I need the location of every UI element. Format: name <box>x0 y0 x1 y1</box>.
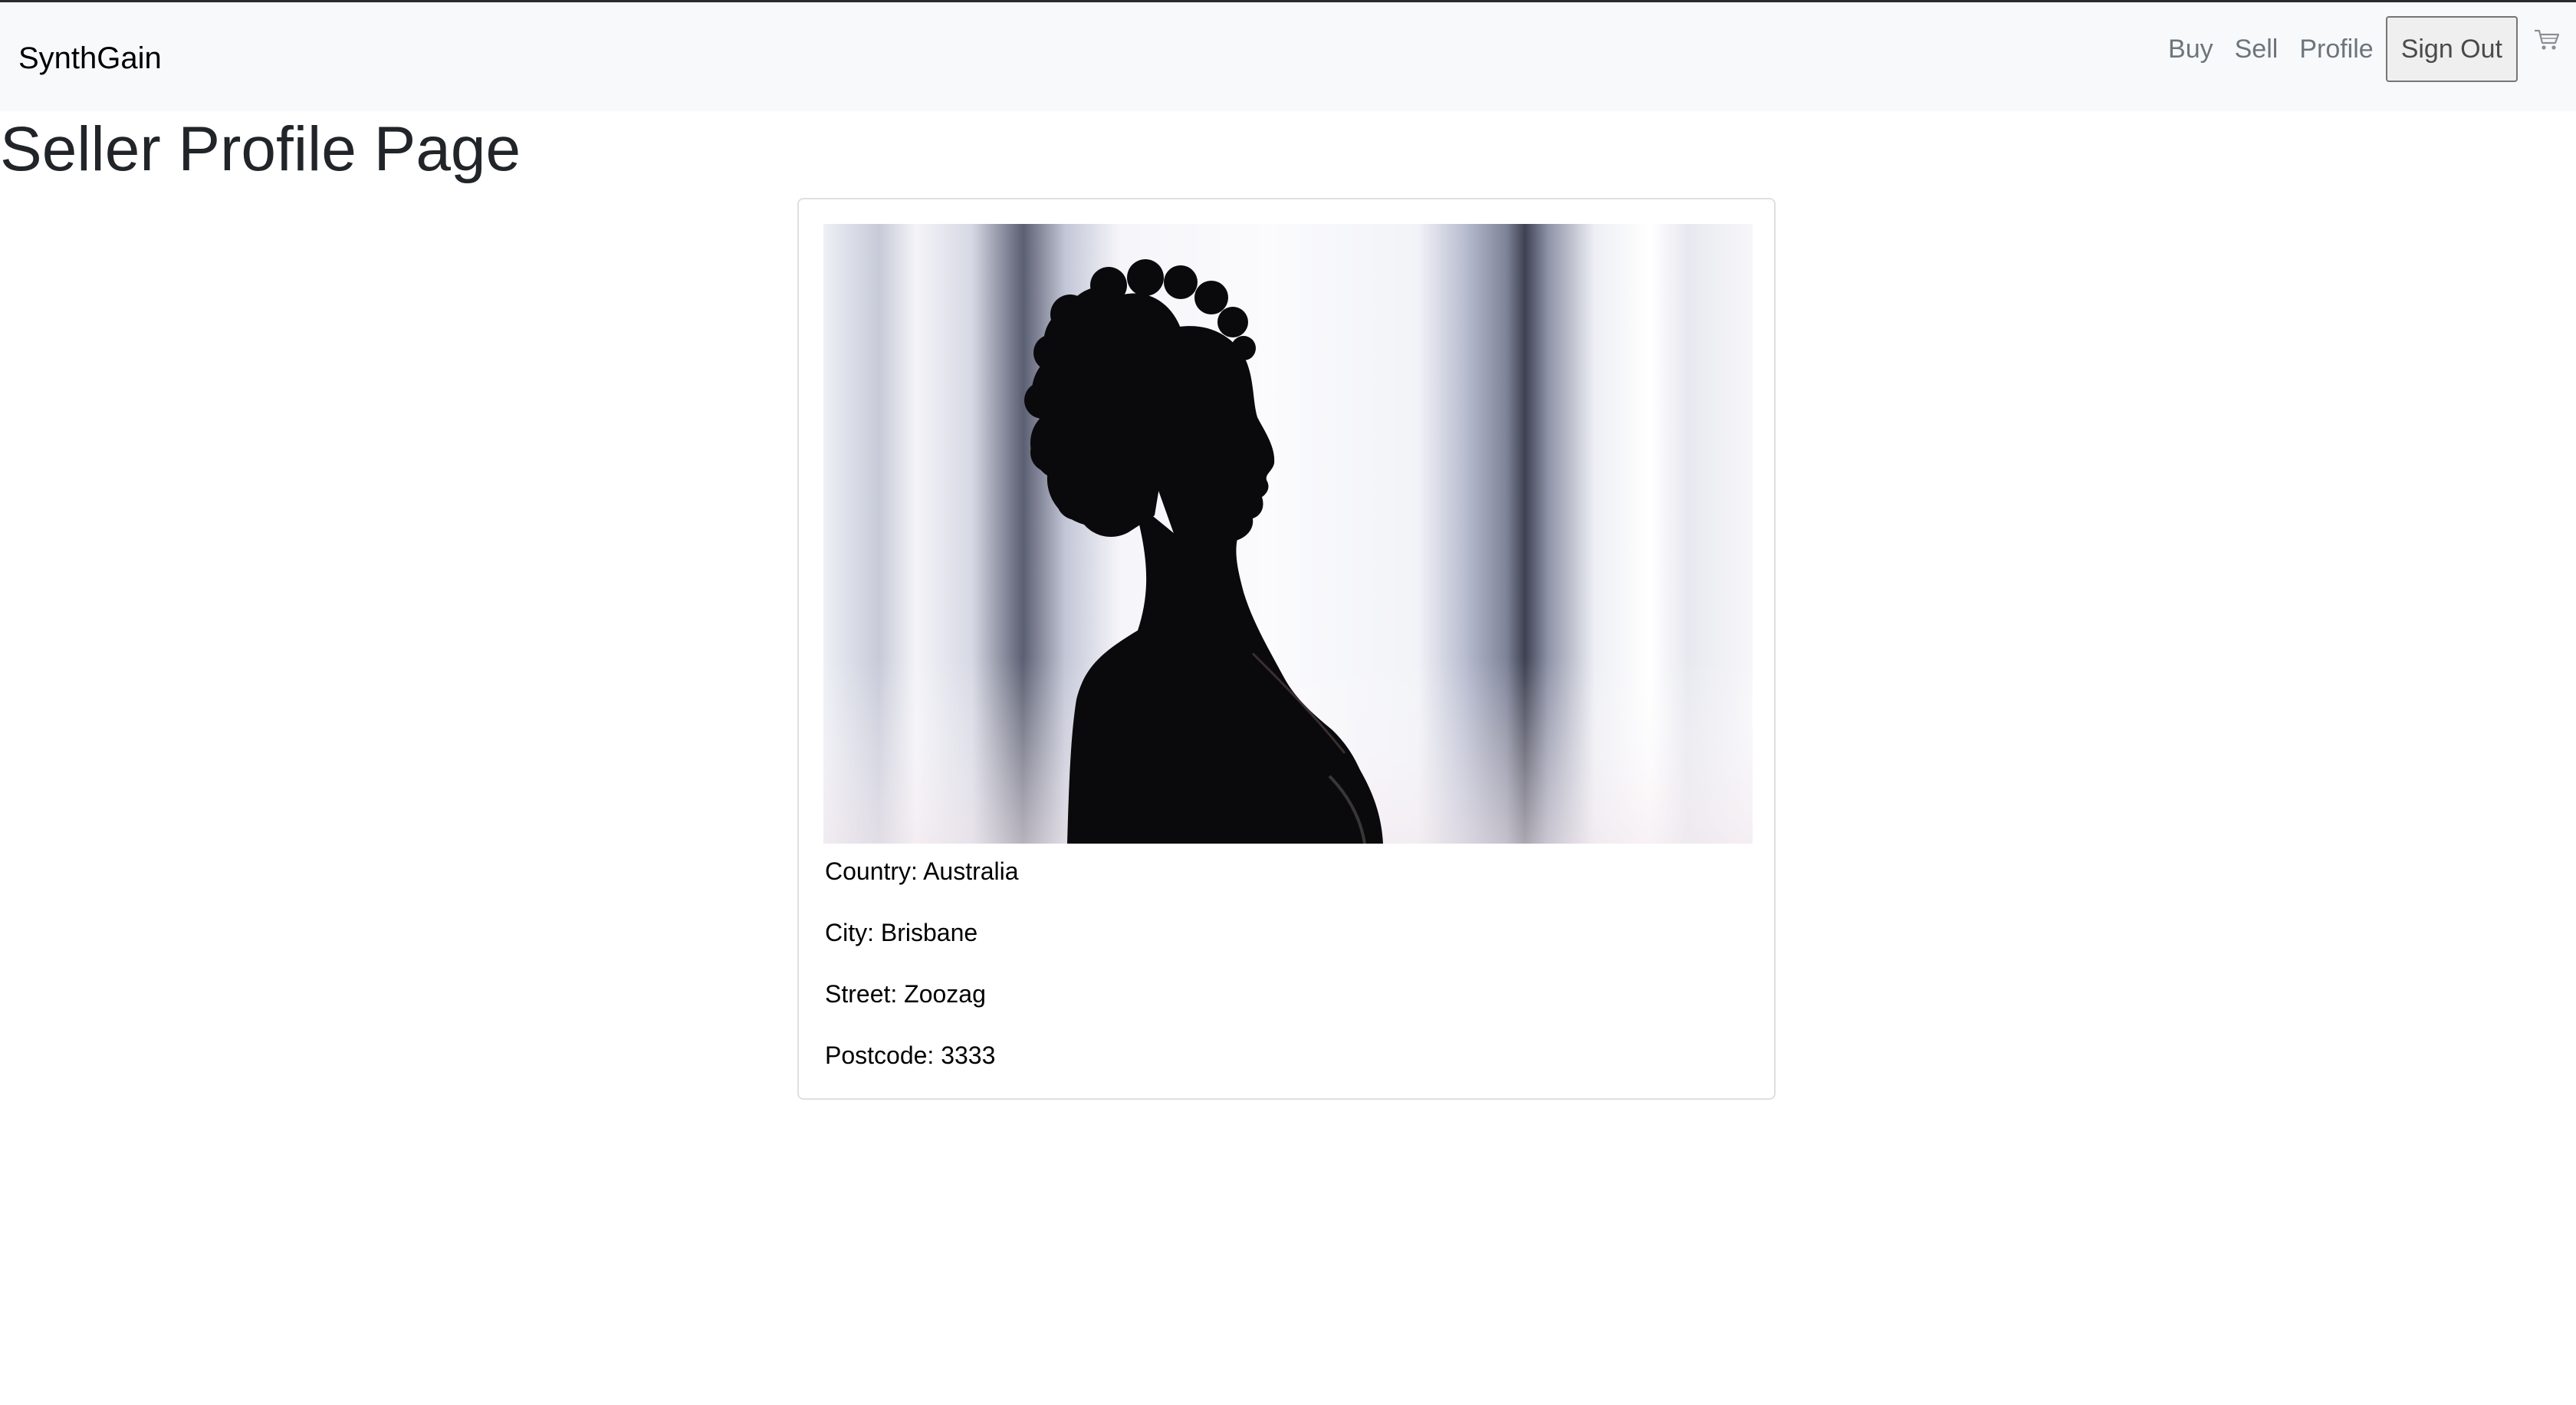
cart-icon-graphic <box>2535 29 2560 50</box>
city-text: City: Brisbane <box>825 919 978 946</box>
profile-photo <box>823 224 1753 844</box>
page-title: Seller Profile Page <box>0 114 521 184</box>
country-text: Country: Australia <box>825 857 1019 885</box>
sign-out-button[interactable]: Sign Out <box>2385 16 2518 82</box>
postcode-text: Postcode: 3333 <box>825 1041 996 1069</box>
nav-profile-link[interactable]: Profile <box>2288 15 2384 84</box>
nav-buy-link[interactable]: Buy <box>2157 15 2224 84</box>
profile-card: Country: Australia City: Brisbane Street… <box>797 198 1776 1100</box>
street-text: Street: Zoozag <box>825 980 986 1008</box>
cart-icon[interactable] <box>2518 5 2576 74</box>
nav-sell-link[interactable]: Sell <box>2224 15 2289 84</box>
nav-links: Buy Sell Profile Sign Out <box>2157 15 2576 84</box>
navbar: SynthGain Buy Sell Profile Sign Out <box>0 2 2576 111</box>
brand-link[interactable]: SynthGain <box>18 38 162 79</box>
